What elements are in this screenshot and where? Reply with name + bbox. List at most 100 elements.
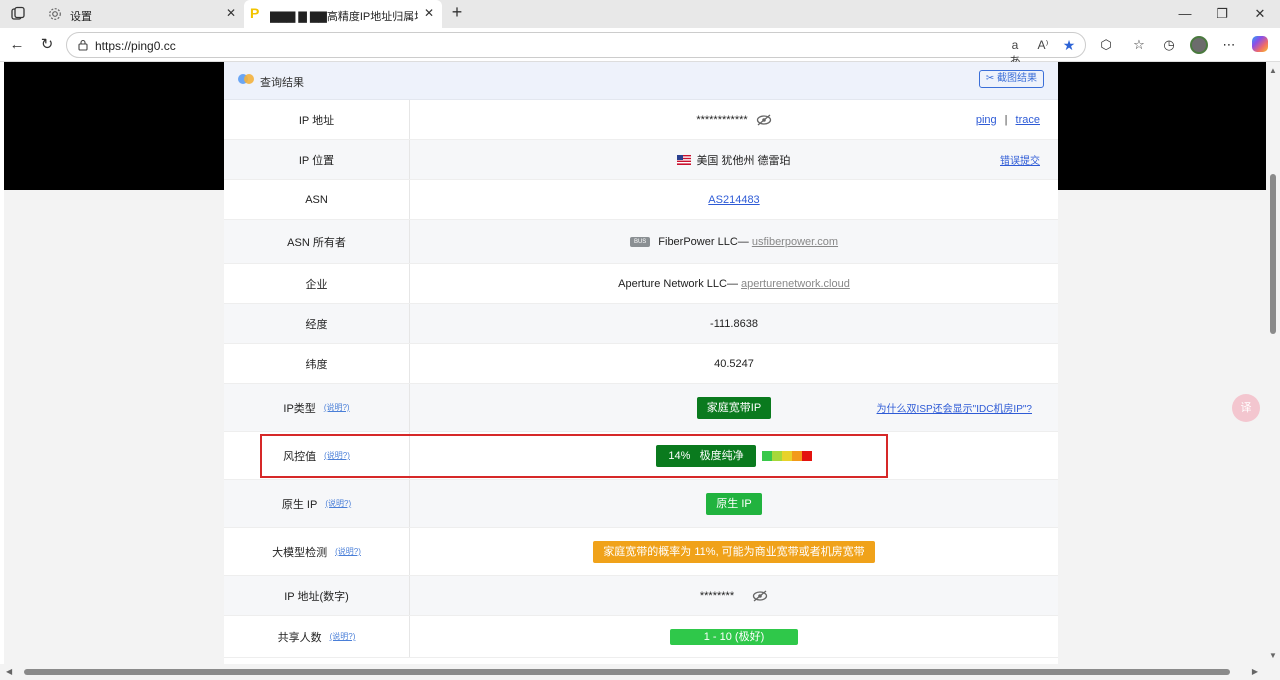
favorites-icon[interactable]: ☆ bbox=[1130, 36, 1148, 54]
org-domain-link[interactable]: aperturenetwork.cloud bbox=[741, 278, 850, 290]
eye-hidden-icon[interactable] bbox=[752, 590, 768, 602]
row-label: IP 位置 bbox=[224, 140, 410, 179]
eye-hidden-icon[interactable] bbox=[756, 114, 772, 126]
org-name: Aperture Network LLC— bbox=[618, 277, 742, 290]
location-links: 错误提交 bbox=[1000, 140, 1040, 179]
row-org: 企业 Aperture Network LLC— aperturenetwork… bbox=[224, 264, 1058, 304]
asn-owner-domain-link[interactable]: usfiberpower.com bbox=[752, 236, 838, 248]
read-aloud-icon[interactable]: aあ bbox=[1007, 37, 1023, 68]
tab-settings[interactable]: 设置 ✕ bbox=[40, 0, 244, 28]
tab-label: ▇▇▇ ▇ ▇▇高精度IP地址归属地 bbox=[270, 11, 418, 23]
history-icon[interactable]: ◷ bbox=[1160, 36, 1178, 54]
row-ip: IP 地址 ************ ping | trace bbox=[224, 100, 1058, 140]
row-value: BUS FiberPower LLC— usfiberpower.com bbox=[410, 220, 1058, 263]
ip-type-links: 为什么双ISP还会显示"IDC机房IP"? bbox=[877, 384, 1032, 431]
link-separator: | bbox=[1004, 113, 1008, 126]
ping-link[interactable]: ping bbox=[976, 114, 997, 126]
row-value: 40.5247 bbox=[410, 344, 1058, 383]
scroll-up-icon[interactable]: ▲ bbox=[1269, 66, 1277, 75]
row-label: 经度 bbox=[224, 304, 410, 343]
ip-type-badge: 家庭宽带IP bbox=[696, 396, 772, 419]
location-value: 美国 犹他州 德雷珀 bbox=[696, 154, 791, 167]
copilot-icon[interactable] bbox=[1252, 36, 1270, 54]
text-size-icon[interactable]: A⁾ bbox=[1035, 37, 1051, 53]
avatar[interactable] bbox=[1190, 36, 1208, 54]
shared-users-badge: 1 - 10 (极好) bbox=[670, 628, 798, 645]
page-edge bbox=[0, 62, 4, 664]
url-text: https://ping0.cc bbox=[95, 39, 176, 53]
row-value: 家庭宽带的概率为 11%, 可能为商业宽带或者机房宽带 bbox=[410, 528, 1058, 575]
row-ip-type: IP类型 (说明?) 家庭宽带IP 为什么双ISP还会显示"IDC机房IP"? bbox=[224, 384, 1058, 432]
url-field[interactable]: https://ping0.cc aあ A⁾ ★ bbox=[66, 32, 1086, 68]
row-label: ASN 所有者 bbox=[224, 220, 410, 263]
close-tab-icon[interactable]: ✕ bbox=[422, 6, 436, 20]
site-favicon-icon: P bbox=[250, 5, 260, 21]
row-label: 纬度 bbox=[224, 344, 410, 383]
business-tag: BUS bbox=[629, 236, 651, 247]
row-value: 原生 IP bbox=[410, 480, 1058, 527]
refresh-button[interactable]: ↻ bbox=[38, 36, 56, 54]
asn-link[interactable]: AS214483 bbox=[708, 194, 759, 206]
row-longitude: 经度 -111.8638 bbox=[224, 304, 1058, 344]
card-title: 查询结果 bbox=[260, 77, 304, 89]
result-logo-icon bbox=[244, 74, 254, 84]
new-tab-button[interactable]: + bbox=[448, 3, 466, 22]
translate-float-button[interactable]: 译 bbox=[1232, 394, 1260, 422]
row-label: IP 地址(数字) bbox=[224, 576, 410, 615]
scrollbar-thumb[interactable] bbox=[1270, 174, 1276, 334]
explain-link[interactable]: (说明?) bbox=[325, 498, 351, 509]
row-value: ******** bbox=[410, 576, 1058, 615]
longitude-value: -111.8638 bbox=[710, 317, 758, 330]
ip-links: ping | trace bbox=[976, 100, 1040, 139]
minimize-button[interactable]: — bbox=[1175, 4, 1195, 24]
screenshot-button[interactable]: ✂ 截图结果 bbox=[978, 70, 1044, 88]
row-location: IP 位置 美国 犹他州 德雷珀 错误提交 bbox=[224, 140, 1058, 180]
tab-strip: 设置 ✕ P ▇▇▇ ▇ ▇▇高精度IP地址归属地 ✕ + — ❐ ✕ bbox=[0, 0, 1280, 28]
row-ip-numeric: IP 地址(数字) ******** bbox=[224, 576, 1058, 616]
gear-icon bbox=[49, 8, 61, 20]
row-label: 企业 bbox=[224, 264, 410, 303]
back-button[interactable]: ← bbox=[8, 36, 26, 54]
explain-link[interactable]: (说明?) bbox=[330, 631, 356, 642]
row-value: AS214483 bbox=[410, 180, 1058, 219]
scroll-down-icon[interactable]: ▼ bbox=[1269, 651, 1277, 660]
native-ip-badge: 原生 IP bbox=[706, 492, 762, 515]
row-label: IP 地址 bbox=[224, 100, 410, 139]
page-viewport: 查询结果 ✂ 截图结果 IP 地址 ************ ping | tr… bbox=[0, 62, 1266, 664]
explain-link[interactable]: (说明?) bbox=[324, 402, 350, 413]
trace-link[interactable]: trace bbox=[1016, 114, 1040, 126]
row-label: 原生 IP (说明?) bbox=[224, 480, 410, 527]
lock-icon[interactable] bbox=[77, 39, 89, 51]
card-header: 查询结果 ✂ 截图结果 bbox=[224, 62, 1058, 100]
us-flag-icon bbox=[677, 154, 692, 165]
ip-numeric-value: ******** bbox=[699, 589, 735, 602]
horizontal-scrollbar[interactable]: ◀ ▶ bbox=[0, 664, 1266, 680]
isp-question-link[interactable]: 为什么双ISP还会显示"IDC机房IP"? bbox=[877, 400, 1032, 415]
scroll-right-icon[interactable]: ▶ bbox=[1252, 667, 1258, 676]
tab-ping0[interactable]: P ▇▇▇ ▇ ▇▇高精度IP地址归属地 ✕ bbox=[244, 0, 442, 28]
row-latitude: 纬度 40.5247 bbox=[224, 344, 1058, 384]
report-error-link[interactable]: 错误提交 bbox=[1000, 152, 1040, 167]
close-window-button[interactable]: ✕ bbox=[1250, 4, 1270, 24]
vertical-scrollbar[interactable]: ▲ ▼ bbox=[1266, 62, 1280, 664]
result-card: 查询结果 ✂ 截图结果 IP 地址 ************ ping | tr… bbox=[224, 62, 1058, 664]
scroll-left-icon[interactable]: ◀ bbox=[6, 667, 12, 676]
tab-label: 设置 bbox=[70, 11, 92, 23]
row-value: 1 - 10 (极好) bbox=[410, 616, 1058, 657]
tab-actions-icon[interactable] bbox=[10, 6, 26, 22]
maximize-button[interactable]: ❐ bbox=[1212, 4, 1232, 24]
row-native-ip: 原生 IP (说明?) 原生 IP bbox=[224, 480, 1058, 528]
row-shared-users: 共享人数 (说明?) 1 - 10 (极好) bbox=[224, 616, 1058, 658]
row-label: IP类型 (说明?) bbox=[224, 384, 410, 431]
scrollbar-thumb[interactable] bbox=[24, 669, 1230, 675]
row-label: 大模型检测 (说明?) bbox=[224, 528, 410, 575]
row-llm-detection: 大模型检测 (说明?) 家庭宽带的概率为 11%, 可能为商业宽带或者机房宽带 bbox=[224, 528, 1058, 576]
latitude-value: 40.5247 bbox=[714, 357, 754, 370]
row-asn: ASN AS214483 bbox=[224, 180, 1058, 220]
row-value: Aperture Network LLC— aperturenetwork.cl… bbox=[410, 264, 1058, 303]
close-tab-icon[interactable]: ✕ bbox=[224, 6, 238, 20]
explain-link[interactable]: (说明?) bbox=[335, 546, 361, 557]
more-menu-icon[interactable]: ⋯ bbox=[1220, 36, 1238, 54]
favorite-star-icon[interactable]: ★ bbox=[1061, 37, 1077, 53]
extensions-icon[interactable]: ⬡ bbox=[1097, 36, 1115, 54]
